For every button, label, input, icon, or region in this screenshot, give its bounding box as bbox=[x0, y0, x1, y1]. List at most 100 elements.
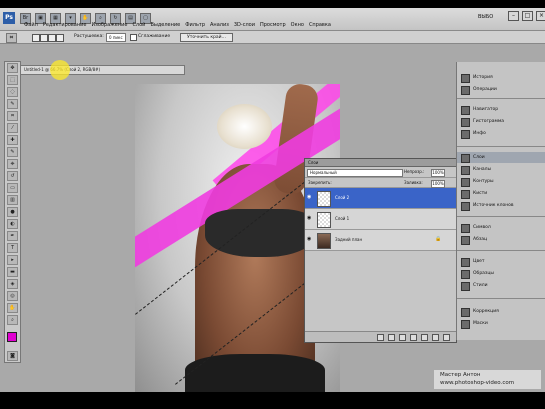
dock-histogram[interactable]: Гистограмма bbox=[457, 116, 545, 127]
dock-paths[interactable]: Контуры bbox=[457, 176, 545, 187]
3d-orbit-tool-icon[interactable]: ◎ bbox=[7, 291, 18, 301]
dock-character[interactable]: Символ bbox=[457, 222, 545, 233]
quick-select-tool-icon[interactable]: ✎ bbox=[7, 99, 18, 109]
menu-view[interactable]: Просмотр bbox=[260, 22, 286, 28]
add-to-selection-icon[interactable] bbox=[40, 34, 48, 42]
blend-mode-select[interactable]: Нормальный bbox=[307, 169, 403, 177]
dock-swatches[interactable]: Образцы bbox=[457, 268, 545, 279]
delete-layer-icon[interactable] bbox=[443, 334, 450, 341]
adjustment-layer-icon[interactable] bbox=[410, 334, 417, 341]
menu-3d[interactable]: 3D-слои bbox=[234, 22, 255, 28]
dock-styles[interactable]: Стили bbox=[457, 280, 545, 291]
type-tool-icon[interactable]: T bbox=[7, 243, 18, 253]
layer-style-icon[interactable] bbox=[388, 334, 395, 341]
shape-tool-icon[interactable]: ▬ bbox=[7, 267, 18, 277]
dock-layers[interactable]: Слои bbox=[457, 152, 545, 163]
eye-icon[interactable]: ◉ bbox=[307, 237, 313, 242]
menu-edit[interactable]: Редактирование bbox=[43, 22, 87, 28]
dock-channels[interactable]: Каналы bbox=[457, 164, 545, 175]
adjustments-icon bbox=[461, 308, 470, 317]
menu-layer[interactable]: Слой bbox=[132, 22, 145, 28]
dock-brushes[interactable]: Кисти bbox=[457, 188, 545, 199]
fill-input[interactable]: 100% bbox=[431, 180, 445, 188]
brush-tool-icon[interactable]: ✎ bbox=[7, 147, 18, 157]
dock-info[interactable]: Инфо bbox=[457, 128, 545, 139]
dock-paragraph[interactable]: Абзац bbox=[457, 234, 545, 245]
layer-row[interactable]: ◉ Задний план 🔒 bbox=[305, 230, 456, 251]
dock-adjustments[interactable]: Коррекция bbox=[457, 306, 545, 317]
layer-thumbnail bbox=[317, 233, 331, 249]
actions-icon bbox=[461, 86, 470, 95]
intersect-selection-icon[interactable] bbox=[56, 34, 64, 42]
zoom-tool-icon[interactable]: ⌕ bbox=[7, 315, 18, 325]
menu-select[interactable]: Выделение bbox=[150, 22, 180, 28]
blur-tool-icon[interactable]: ● bbox=[7, 207, 18, 217]
letterbox-top bbox=[0, 0, 545, 8]
window-controls: – □ × bbox=[508, 11, 545, 21]
marquee-tool-icon[interactable]: ⬚ bbox=[7, 75, 18, 85]
layers-footer bbox=[305, 331, 456, 342]
tool-preset-icon[interactable]: ⌗ bbox=[6, 33, 17, 43]
new-layer-icon[interactable] bbox=[432, 334, 439, 341]
layer-name: Слой 2 bbox=[335, 195, 350, 200]
gradient-tool-icon[interactable]: ▥ bbox=[7, 195, 18, 205]
link-layers-icon[interactable] bbox=[377, 334, 384, 341]
menu-window[interactable]: Окно bbox=[291, 22, 304, 28]
channels-icon bbox=[461, 166, 470, 175]
masks-icon bbox=[461, 320, 470, 329]
document-tab[interactable]: Untitled-1 @ 66.7% (Слой 2, RGB/8#) bbox=[20, 65, 185, 75]
eye-icon[interactable]: ◉ bbox=[307, 216, 313, 221]
dock-color[interactable]: Цвет bbox=[457, 256, 545, 267]
dock-masks[interactable]: Маски bbox=[457, 318, 545, 329]
layer-name: Задний план bbox=[335, 237, 363, 242]
eraser-tool-icon[interactable]: ▭ bbox=[7, 183, 18, 193]
navigator-icon bbox=[461, 106, 470, 115]
layers-icon bbox=[461, 154, 470, 163]
layer-row[interactable]: ◉ Слой 1 bbox=[305, 209, 456, 230]
history-brush-icon[interactable]: ↺ bbox=[7, 171, 18, 181]
refine-edge-button[interactable]: Уточнить край... bbox=[180, 33, 233, 42]
move-tool-icon[interactable]: ✥ bbox=[7, 63, 18, 73]
hand-tool-icon[interactable]: ✋ bbox=[7, 303, 18, 313]
lasso-tool-icon[interactable]: ◌ bbox=[7, 87, 18, 97]
styles-icon bbox=[461, 282, 470, 291]
healing-tool-icon[interactable]: ✚ bbox=[7, 135, 18, 145]
antialias-checkbox[interactable] bbox=[130, 34, 137, 41]
menu-filter[interactable]: Фильтр bbox=[185, 22, 205, 28]
layers-lock-row: Закрепить: Заливка: 100% bbox=[305, 178, 456, 188]
close-button[interactable]: × bbox=[536, 11, 545, 21]
new-group-icon[interactable] bbox=[421, 334, 428, 341]
maximize-button[interactable]: □ bbox=[522, 11, 533, 21]
opacity-input[interactable]: 100% bbox=[431, 169, 445, 177]
crop-tool-icon[interactable]: ⌗ bbox=[7, 111, 18, 121]
clone-tool-icon[interactable]: ⎈ bbox=[7, 159, 18, 169]
quick-mask-icon[interactable]: ◙ bbox=[7, 351, 18, 361]
layer-row[interactable]: ◉ Слой 2 bbox=[305, 188, 456, 209]
menu-file[interactable]: Файл bbox=[24, 22, 38, 28]
tools-panel: ✥ ⬚ ◌ ✎ ⌗ ⁄ ✚ ✎ ⎈ ↺ ▭ ▥ ● ◐ ✒ T ▸ ▬ ◈ ◎ … bbox=[4, 61, 21, 363]
dock-navigator[interactable]: Навигатор bbox=[457, 104, 545, 115]
layers-panel-tab[interactable]: Слои bbox=[305, 159, 456, 167]
pen-tool-icon[interactable]: ✒ bbox=[7, 231, 18, 241]
dock-clone-source[interactable]: Источник клонов bbox=[457, 200, 545, 211]
dock-actions[interactable]: Операции bbox=[457, 84, 545, 95]
path-select-tool-icon[interactable]: ▸ bbox=[7, 255, 18, 265]
main-menu: Файл Редактирование Изображение Слой Выд… bbox=[0, 22, 331, 28]
3d-rotate-tool-icon[interactable]: ◈ bbox=[7, 279, 18, 289]
new-selection-icon[interactable] bbox=[32, 34, 40, 42]
menu-analysis[interactable]: Анализ bbox=[210, 22, 229, 28]
eye-icon[interactable]: ◉ bbox=[307, 195, 313, 200]
feather-input[interactable]: 0 пикс bbox=[106, 33, 126, 42]
dock-history[interactable]: История bbox=[457, 72, 545, 83]
menu-image[interactable]: Изображение bbox=[91, 22, 127, 28]
dodge-tool-icon[interactable]: ◐ bbox=[7, 219, 18, 229]
eyedropper-tool-icon[interactable]: ⁄ bbox=[7, 123, 18, 133]
workspace-switcher[interactable]: ВЫБО bbox=[478, 14, 493, 20]
menu-help[interactable]: Справка bbox=[309, 22, 331, 28]
foreground-color-swatch[interactable] bbox=[7, 332, 17, 342]
opacity-label: Непрозр.: bbox=[404, 169, 425, 174]
add-mask-icon[interactable] bbox=[399, 334, 406, 341]
paths-icon bbox=[461, 178, 470, 187]
subtract-selection-icon[interactable] bbox=[48, 34, 56, 42]
minimize-button[interactable]: – bbox=[508, 11, 519, 21]
